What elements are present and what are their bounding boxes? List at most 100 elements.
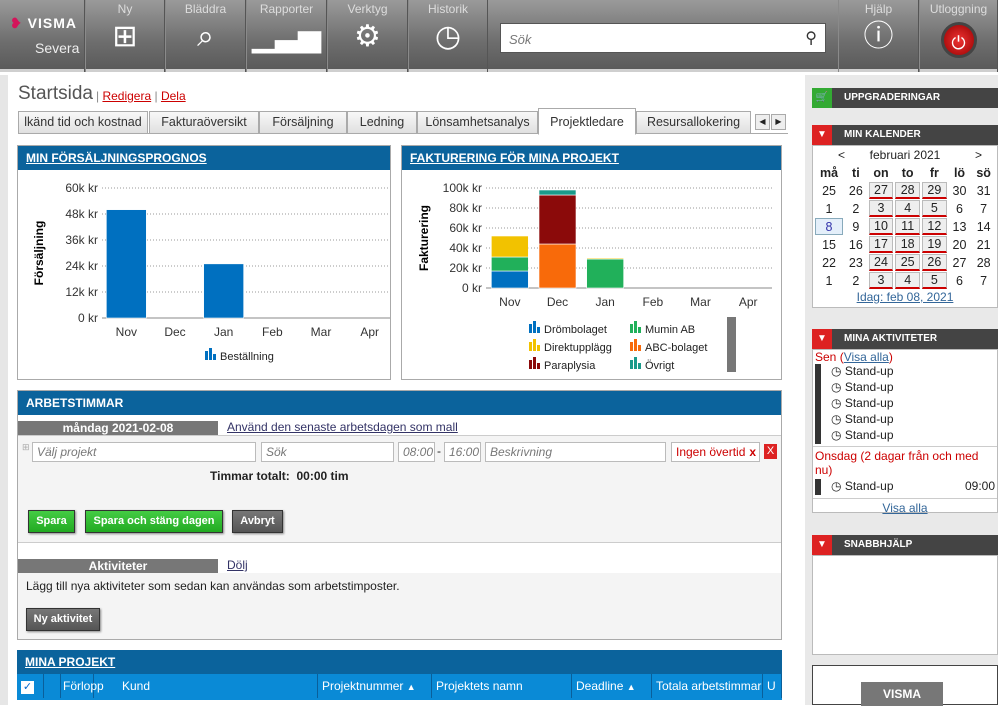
calendar-day[interactable]: 28 bbox=[972, 254, 995, 271]
calendar-day[interactable]: 20 bbox=[949, 236, 971, 253]
nav-new[interactable]: Ny ⊞ bbox=[85, 0, 165, 72]
prev-month-button[interactable]: < bbox=[838, 148, 845, 162]
help-button[interactable]: Hjälp ⓘ bbox=[838, 0, 919, 72]
calendar-day[interactable]: 11 bbox=[895, 218, 921, 235]
calendar-day[interactable]: 26 bbox=[845, 182, 867, 199]
calendar-day[interactable]: 30 bbox=[949, 182, 971, 199]
activity-item[interactable]: ◷ Stand-up bbox=[815, 380, 997, 396]
activity-item[interactable]: ◷ Stand-up bbox=[815, 412, 997, 428]
activity-item[interactable]: ◷ Stand-up bbox=[815, 428, 997, 444]
calendar-day[interactable]: 7 bbox=[972, 272, 995, 289]
sales-forecast-title[interactable]: MIN FÖRSÄLJNINGSPROGNOS bbox=[18, 146, 390, 170]
calendar-header[interactable]: ▼ MIN KALENDER bbox=[812, 125, 998, 145]
calendar-day[interactable]: 8 bbox=[815, 218, 844, 235]
calendar-day[interactable]: 27 bbox=[949, 254, 971, 271]
calendar-day[interactable]: 17 bbox=[868, 236, 894, 253]
nav-reports[interactable]: Rapporter ▁▃▅ bbox=[246, 0, 327, 72]
quickhelp-header[interactable]: ▼ SNABBHJÄLP bbox=[812, 535, 998, 555]
next-month-button[interactable]: > bbox=[975, 148, 982, 162]
activity-item[interactable]: ◷ Stand-up bbox=[815, 364, 997, 380]
use-template-link[interactable]: Använd den senaste arbetsdagen som mall bbox=[227, 420, 458, 434]
calendar-day[interactable]: 29 bbox=[922, 182, 947, 199]
tab-scroll-right-icon[interactable]: ▶ bbox=[771, 114, 786, 130]
collapse-icon[interactable]: ▼ bbox=[812, 535, 832, 555]
column-customer[interactable]: Kund bbox=[118, 674, 318, 698]
nav-tools[interactable]: Verktyg ⚙ bbox=[327, 0, 408, 72]
save-button[interactable]: Spara bbox=[28, 510, 75, 533]
collapse-icon[interactable]: ▼ bbox=[812, 329, 832, 349]
column-u[interactable]: U bbox=[763, 674, 782, 698]
tab-sales[interactable]: Försäljning bbox=[259, 111, 347, 134]
select-all-checkbox[interactable]: ✓ bbox=[17, 674, 44, 698]
project-input[interactable]: Välj projekt bbox=[32, 442, 256, 462]
save-close-day-button[interactable]: Spara och stäng dagen bbox=[85, 510, 223, 533]
calendar-day[interactable]: 14 bbox=[972, 218, 995, 235]
my-projects-title[interactable]: MINA PROJEKT bbox=[17, 650, 782, 674]
tab-invoice-overview[interactable]: Fakturaöversikt bbox=[149, 111, 259, 134]
logout-button[interactable]: Utloggning ⏻ bbox=[919, 0, 998, 72]
calendar-day[interactable]: 6 bbox=[949, 200, 971, 217]
activity-item[interactable]: ◷ Stand-up bbox=[815, 396, 997, 412]
search-field[interactable]: Sök bbox=[261, 442, 394, 462]
calendar-day[interactable]: 4 bbox=[895, 272, 921, 289]
calendar-day[interactable]: 7 bbox=[972, 200, 995, 217]
tab-project-manager[interactable]: Projektledare bbox=[538, 108, 636, 135]
tab-resource-allocation[interactable]: Resursallokering bbox=[636, 111, 751, 134]
calendar-day[interactable]: 31 bbox=[972, 182, 995, 199]
calendar-day[interactable]: 3 bbox=[868, 272, 894, 289]
calendar-day[interactable]: 1 bbox=[815, 200, 843, 217]
search-icon[interactable]: ⚲ bbox=[805, 28, 817, 48]
tab-scroll-left-icon[interactable]: ◀ bbox=[755, 114, 770, 130]
calendar-day[interactable]: 25 bbox=[895, 254, 921, 271]
column-progress[interactable]: Förlopp bbox=[61, 674, 104, 698]
tab-unbilled[interactable]: lkänd tid och kostnad bbox=[18, 111, 148, 134]
tab-profitability[interactable]: Lönsamhetsanalys bbox=[417, 111, 538, 134]
calendar-day[interactable]: 3 bbox=[868, 200, 894, 217]
search-input[interactable]: Sök ⚲ bbox=[500, 23, 826, 53]
show-all-late-link[interactable]: Visa alla bbox=[844, 350, 889, 364]
cancel-button[interactable]: Avbryt bbox=[232, 510, 283, 533]
column-total-hours[interactable]: Totala arbetstimmar bbox=[652, 674, 763, 698]
today-link[interactable]: Idag: feb 08, 2021 bbox=[857, 290, 954, 304]
clear-overtime-icon[interactable]: x bbox=[749, 445, 756, 459]
billing-title[interactable]: FAKTURERING FÖR MINA PROJEKT bbox=[402, 146, 781, 170]
edit-link[interactable]: Redigera bbox=[102, 89, 151, 103]
show-all-link[interactable]: Visa alla bbox=[882, 501, 927, 515]
calendar-day[interactable]: 16 bbox=[845, 236, 867, 253]
calendar-day[interactable]: 26 bbox=[922, 254, 947, 271]
calendar-day[interactable]: 19 bbox=[922, 236, 947, 253]
start-time-input[interactable]: 08:00 bbox=[398, 442, 435, 462]
overtime-select[interactable]: Ingen övertid x bbox=[671, 442, 760, 462]
calendar-day[interactable]: 10 bbox=[868, 218, 894, 235]
calendar-day[interactable]: 13 bbox=[949, 218, 971, 235]
expand-icon[interactable]: ⊞ bbox=[22, 442, 30, 453]
calendar-day[interactable]: 5 bbox=[922, 272, 947, 289]
activity-item[interactable]: ◷ Stand-up 09:00 bbox=[815, 479, 997, 495]
hide-link[interactable]: Dölj bbox=[227, 558, 248, 572]
calendar-day[interactable]: 2 bbox=[845, 200, 867, 217]
calendar-day[interactable]: 9 bbox=[845, 218, 867, 235]
calendar-day[interactable]: 6 bbox=[949, 272, 971, 289]
calendar-day[interactable]: 22 bbox=[815, 254, 843, 271]
share-link[interactable]: Dela bbox=[161, 89, 186, 103]
calendar-day[interactable]: 28 bbox=[895, 182, 921, 199]
nav-history[interactable]: Historik ◷ bbox=[408, 0, 488, 72]
calendar-day[interactable]: 15 bbox=[815, 236, 843, 253]
calendar-day[interactable]: 12 bbox=[922, 218, 947, 235]
delete-row-icon[interactable]: X bbox=[764, 444, 777, 459]
tab-management[interactable]: Ledning bbox=[347, 111, 417, 134]
calendar-day[interactable]: 24 bbox=[868, 254, 894, 271]
description-input[interactable]: Beskrivning bbox=[485, 442, 666, 462]
new-activity-button[interactable]: Ny aktivitet bbox=[26, 608, 100, 631]
collapse-icon[interactable]: ▼ bbox=[812, 125, 832, 145]
calendar-day[interactable]: 23 bbox=[845, 254, 867, 271]
calendar-day[interactable]: 2 bbox=[845, 272, 867, 289]
calendar-day[interactable]: 1 bbox=[815, 272, 843, 289]
column-deadline[interactable]: Deadline ▲ bbox=[572, 674, 652, 698]
end-time-input[interactable]: 16:00 bbox=[444, 442, 481, 462]
activities-header[interactable]: ▼ MINA AKTIVITETER bbox=[812, 329, 998, 349]
column-project-name[interactable]: Projektets namn bbox=[432, 674, 572, 698]
column-project-number[interactable]: Projektnummer ▲ bbox=[318, 674, 432, 698]
calendar-day[interactable]: 25 bbox=[815, 182, 843, 199]
visma-severa-logo[interactable]: ❥ VISMA Severa bbox=[0, 0, 85, 72]
